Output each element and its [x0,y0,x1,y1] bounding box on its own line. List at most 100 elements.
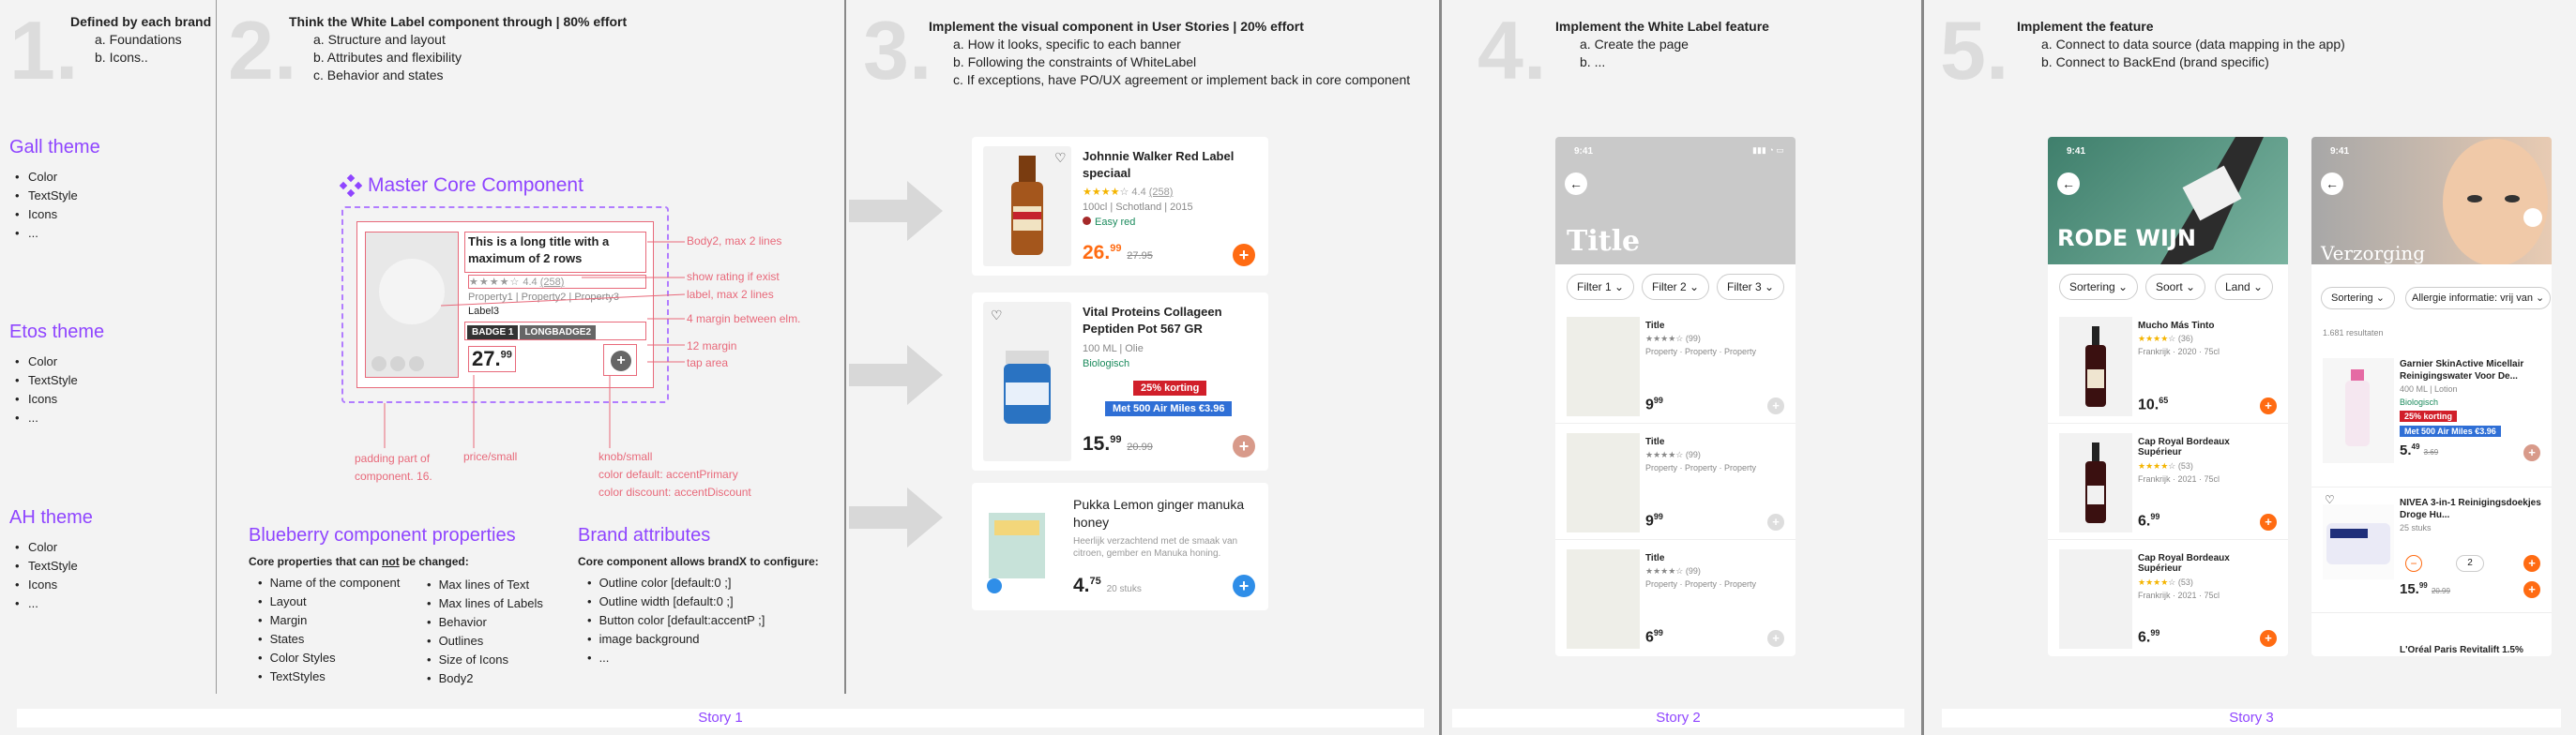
filter-chip[interactable]: Filter 3 ⌄ [1717,274,1785,300]
discount-badge: 25% korting [2400,411,2458,422]
item-title: Title [1645,321,1665,331]
results-count: 1.681 resultaten [2323,328,2384,338]
list-item: Name of the component [258,574,401,592]
list-item[interactable]: ♡ NIVEA 3-in-1 Reinigingsdoekjes Droge H… [2311,488,2552,613]
quantity-input[interactable]: 2 [2456,555,2484,572]
rating-count: (36) [2177,334,2193,343]
filter-chip[interactable]: Filter 2 ⌄ [1642,274,1710,300]
list-item[interactable]: Cap Royal Bordeaux Supérieur ★★★★☆ (53) … [2048,424,2288,540]
item-title: Garnier SkinActive Micellair Reinigingsw… [2400,359,2524,382]
list-item[interactable]: Title ★★★★☆ (99) Property · Property · P… [1555,424,1796,540]
item-price: 6.99 [2138,628,2159,646]
list-item: Outlines [427,632,543,651]
filter-chip[interactable]: Land ⌄ [2215,274,2274,300]
story-footer: Story 3 [1942,709,2561,728]
item-price: 699 [1645,628,1663,646]
product-tag: Biologisch [1083,358,1130,369]
add-knob-icon[interactable]: + [2523,581,2540,598]
step-title: Implement the White Label feature [1555,19,1769,34]
blueberry-title: Blueberry component properties [249,525,516,546]
heart-icon[interactable]: ♡ [991,308,1003,323]
separator [1439,0,1442,735]
item-meta: Frankrijk · 2020 · 75cl [2138,347,2220,356]
item-image [1567,317,1640,416]
footer-label: Story 3 [2229,710,2274,726]
annotation: Body2, max 2 lines [687,234,782,248]
add-knob-icon[interactable]: + [1233,575,1255,597]
add-knob-icon[interactable]: + [1233,244,1255,266]
add-knob-icon[interactable]: + [2523,444,2540,461]
theme-item: Color [28,538,93,557]
back-button[interactable]: ← [2057,172,2080,195]
heart-icon[interactable]: ♡ [1054,150,1067,166]
unit: 20 stuks [1106,584,1142,594]
item-rating: ★★★★☆ (53) [2138,461,2193,471]
blueberry-subtitle: Core properties that can not be changed: [249,555,469,568]
jar-icon [1004,351,1051,424]
list-item: States [258,630,400,649]
add-knob-icon[interactable]: + [2260,398,2277,414]
wipes-icon [2326,523,2390,564]
add-knob-icon[interactable]: + [1767,398,1784,414]
product-card[interactable]: ♡ Vital Proteins Collageen Peptiden Pot … [972,292,1268,471]
back-button[interactable]: ← [1565,172,1587,195]
rating-count: (258) [1148,187,1174,198]
item-rating: ★★★★☆ (99) [1645,334,1701,343]
arrow-icon [849,345,943,405]
list-item[interactable]: ♥ Garnier SkinActive Micellair Reiniging… [2311,349,2552,488]
list-item: TextStyles [258,668,400,686]
price-main: 6 [1645,629,1654,646]
tag-text: Easy red [1095,217,1136,228]
back-button[interactable]: ← [2321,172,2343,195]
list-item: Color Styles [258,649,400,668]
filter-label: Soort [2156,280,2183,293]
filter-chip[interactable]: Filter 1 ⌄ [1567,274,1635,300]
filter-chip[interactable]: Soort ⌄ [2145,274,2206,300]
price-sup: 99 [1653,512,1663,521]
item-rating: ★★★★☆ (36) [2138,334,2193,343]
wine-bottle-icon [2085,326,2106,407]
list-item[interactable]: Mucho Más Tinto ★★★★☆ (36) Frankrijk · 2… [2048,308,2288,424]
list-item[interactable]: Cap Royal Bordeaux Supérieur ★★★★☆ (53) … [2048,540,2288,656]
add-knob-icon[interactable]: + [2260,514,2277,531]
filter-chip[interactable]: Sortering ⌄ [2321,287,2395,309]
annotation: price/small [463,450,518,463]
add-knob-icon[interactable]: + [2260,630,2277,647]
list-item[interactable]: Title ★★★★☆ (99) Property · Property · P… [1555,308,1796,424]
price-main: 9 [1645,397,1654,413]
item-image [1567,549,1640,649]
list-item: Max lines of Labels [427,594,543,613]
item-image [2059,317,2132,416]
list-item: Outline color [default:0 ;] [587,574,765,592]
add-knob-icon[interactable]: + [1233,435,1255,458]
product-card[interactable]: Pukka Lemon ginger manuka honey Heerlijk… [972,483,1268,610]
price-main: 10. [2138,397,2159,413]
filter-chip[interactable]: Allergie informatie: vrij van ⌄ [2405,287,2552,309]
status-time: 9:41 [2067,146,2086,157]
filter-chip[interactable]: Sortering ⌄ [2059,274,2139,300]
item-meta: 400 ML | Lotion [2400,384,2458,394]
minus-button[interactable]: − [2405,555,2422,572]
bottle-icon [2345,369,2370,446]
list-item: Max lines of Text [427,576,543,594]
tea-box-icon [987,513,1045,593]
item-rating: ★★★★☆ (53) [2138,578,2193,587]
airmiles-badge: Met 500 Air Miles €3.96 [2400,426,2501,437]
phone-story3-wine: 9:41 ← RODE WIJN Sortering ⌄ Soort ⌄ Lan… [2048,137,2288,656]
step-item: b. ... [1580,54,1606,69]
price-sup: 99 [1653,396,1663,405]
item-meta: Frankrijk · 2021 · 75cl [2138,591,2220,600]
price-main: 15. [2400,581,2419,597]
add-knob-icon[interactable]: + [1767,630,1784,647]
phone-story3-care: 9:41 ← Verzorging Sortering ⌄ Allergie i… [2311,137,2552,656]
separator [844,0,846,694]
annotation: label, max 2 lines [687,288,774,301]
list-item[interactable]: Title ★★★★☆ (99) Property · Property · P… [1555,540,1796,656]
add-knob-icon[interactable]: + [2523,555,2540,572]
product-card[interactable]: ♡ Johnnie Walker Red Label speciaal ★★★★… [972,137,1268,276]
filter-label: Filter 3 [1727,280,1762,293]
old-price: 20.99 [2431,587,2450,595]
step-item: b. Following the constraints of WhiteLab… [953,54,1197,69]
filter-label: Land [2225,280,2250,293]
add-knob-icon[interactable]: + [1767,514,1784,531]
